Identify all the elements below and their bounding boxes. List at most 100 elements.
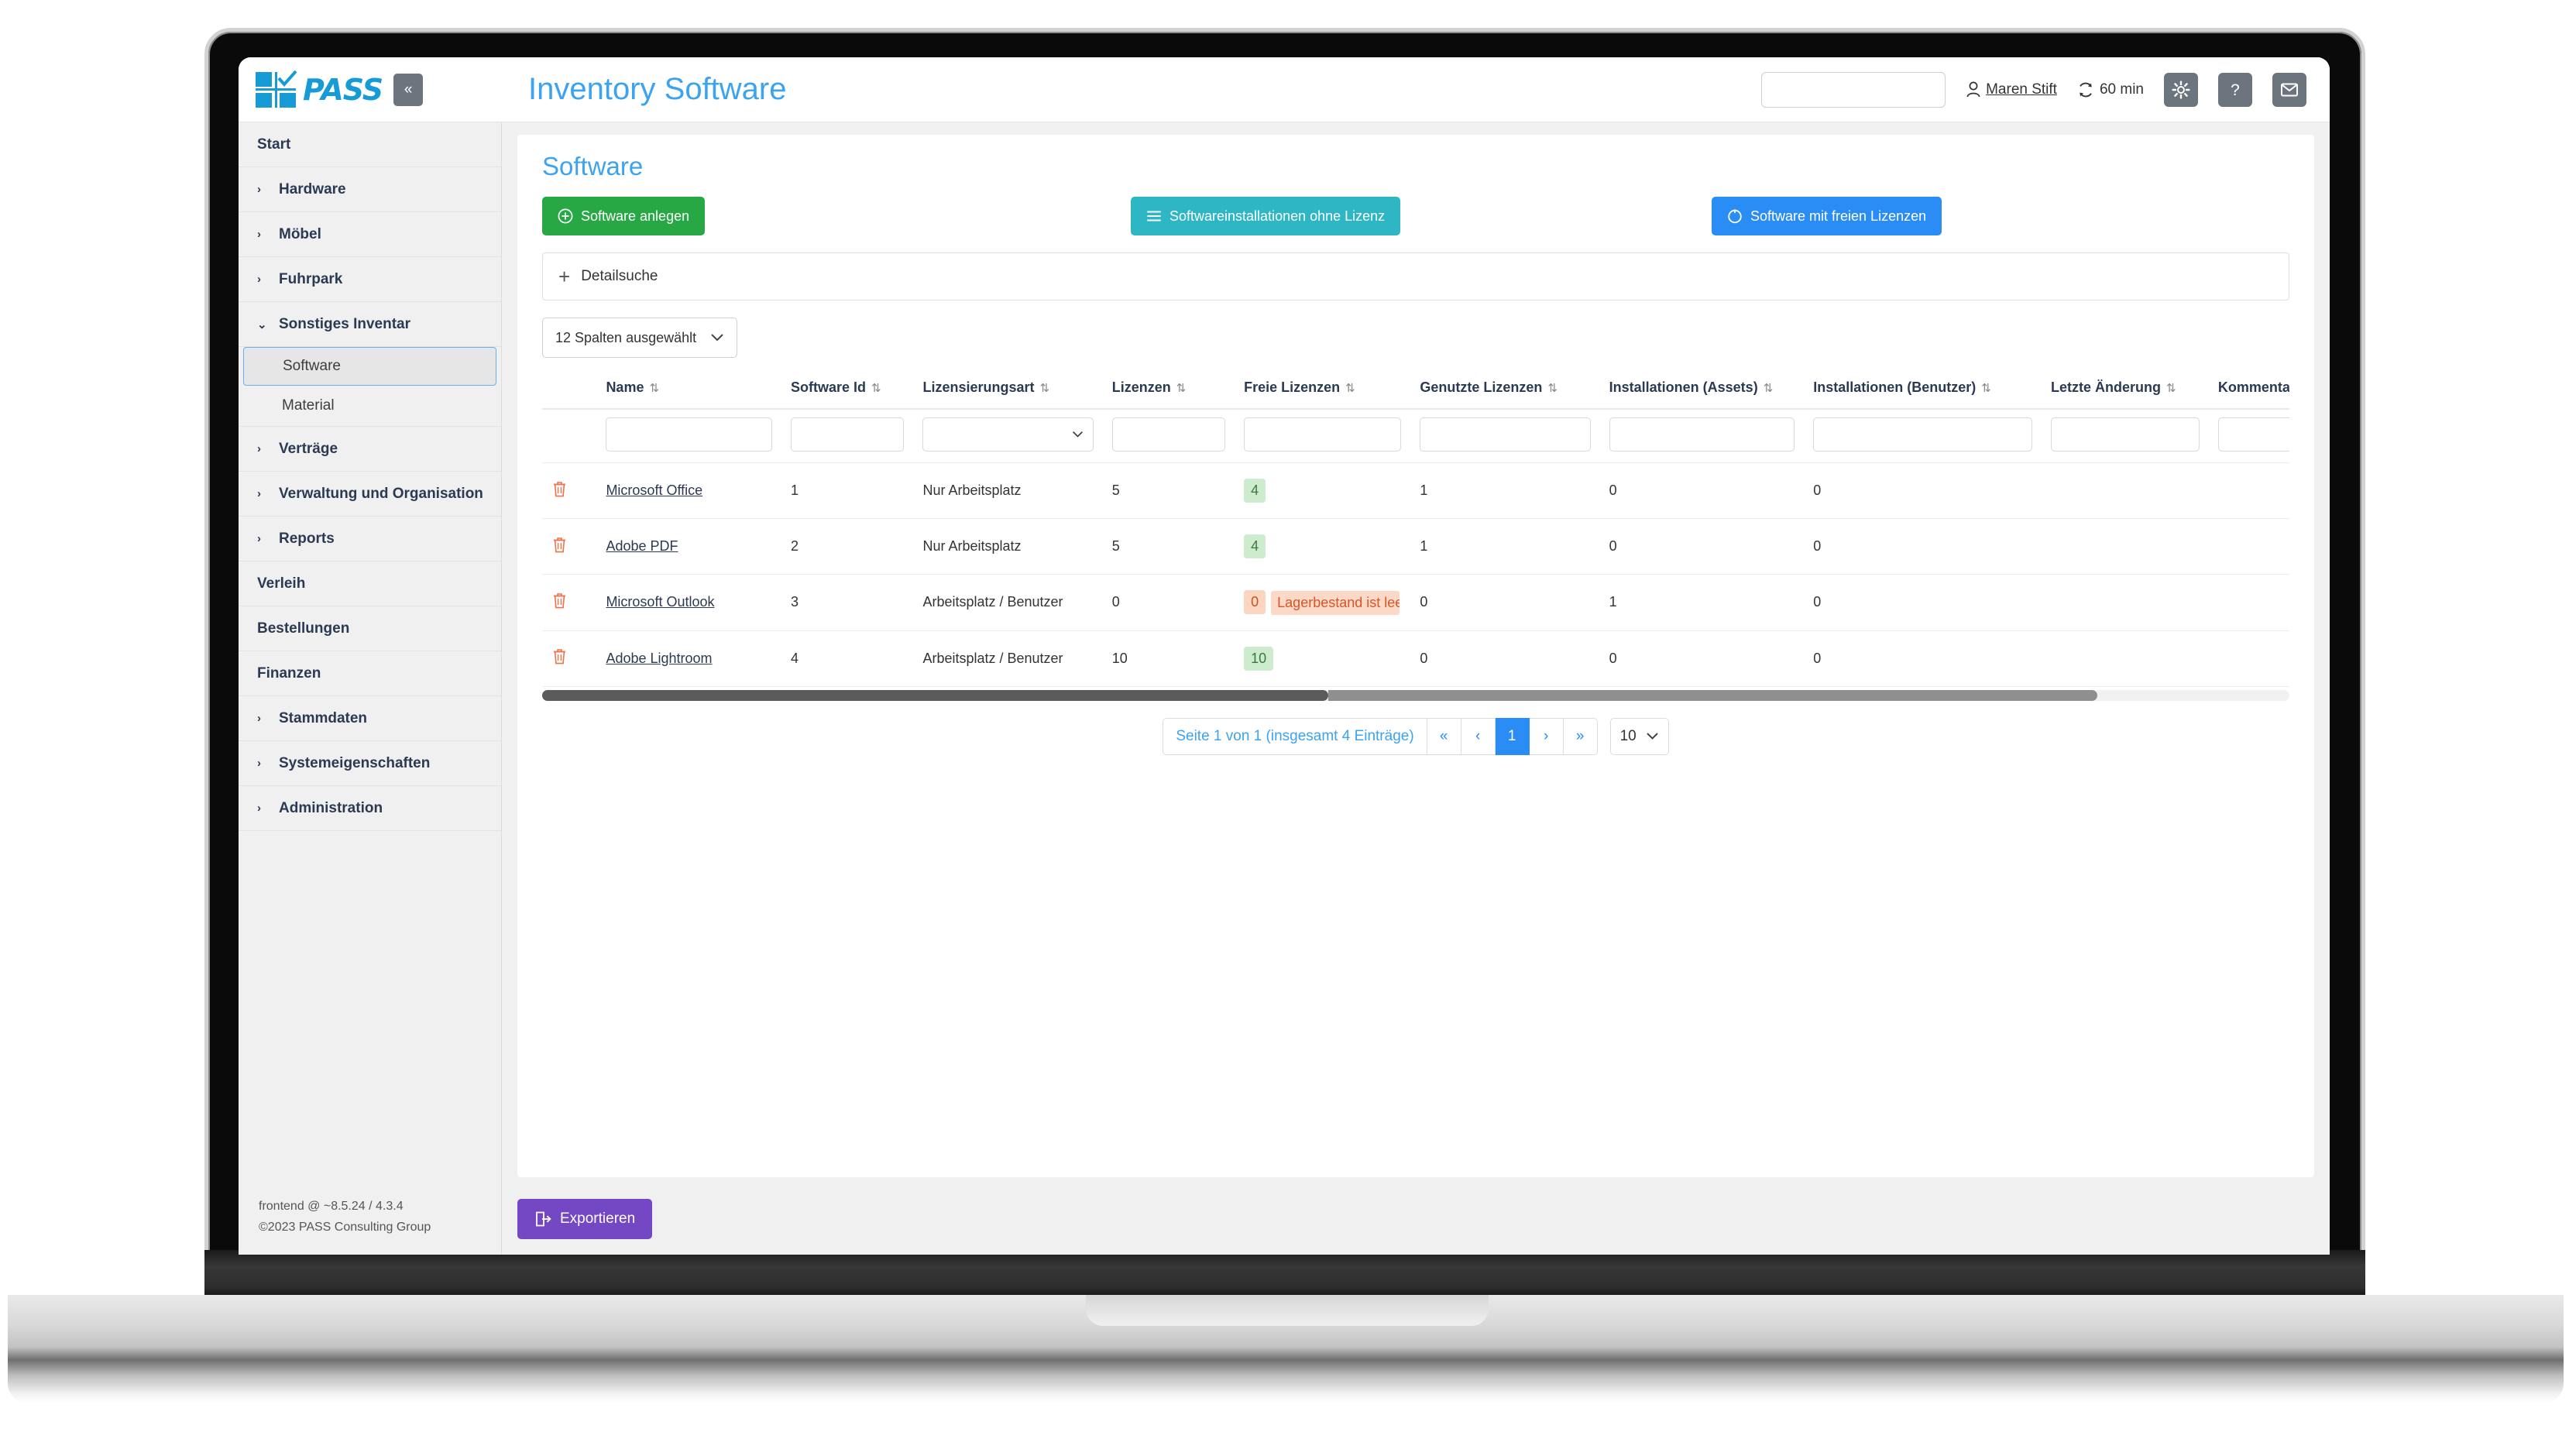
table-col-lizenzen[interactable]: Lizenzen ⇅: [1102, 372, 1235, 410]
sidebar-item-software[interactable]: Software: [243, 347, 496, 386]
brand-area: PASS «: [239, 57, 502, 122]
table-col-letzte-aenderung[interactable]: Letzte Änderung ⇅: [2041, 372, 2209, 410]
sidebar-item-verleih[interactable]: Verleih: [239, 561, 501, 606]
software-with-free-licenses-button[interactable]: Software mit freien Lizenzen: [1712, 197, 1942, 235]
table-row: Microsoft Outlook 3 Arbeitsplatz / Benut…: [542, 575, 2289, 631]
filter-input-lizenzen[interactable]: [1111, 417, 1226, 452]
gear-icon[interactable]: [2164, 72, 2198, 107]
sort-updown-icon[interactable]: ⇅: [1345, 382, 1355, 395]
table-row: Microsoft Office 1 Nur Arbeitsplatz 5 4 …: [542, 463, 2289, 519]
filter-select-lizensierungsart[interactable]: [922, 417, 1094, 452]
table-col-lizensierungsart[interactable]: Lizensierungsart ⇅: [913, 372, 1103, 410]
filter-input-installationen-benutzer[interactable]: [1813, 417, 2032, 452]
detail-search-toggle[interactable]: + Detailsuche: [542, 252, 2289, 300]
trash-icon[interactable]: [551, 480, 568, 498]
sort-updown-icon[interactable]: ⇅: [2166, 382, 2176, 395]
column-label: Freie Lizenzen: [1244, 379, 1341, 395]
chevron-right-icon: ›: [257, 532, 261, 545]
pass-logo-icon: [256, 70, 297, 108]
question-mark-icon[interactable]: ?: [2218, 72, 2252, 107]
filter-input-letzte-aenderung[interactable]: [2050, 417, 2200, 452]
pagination-next-button[interactable]: ›: [1529, 717, 1564, 755]
software-link[interactable]: Microsoft Office: [606, 482, 702, 498]
sidebar-item-finanzen[interactable]: Finanzen: [239, 651, 501, 696]
sidebar-item-material[interactable]: Material: [239, 386, 501, 426]
sort-updown-icon[interactable]: ⇅: [1764, 382, 1774, 395]
sort-updown-icon[interactable]: ⇅: [1040, 382, 1050, 395]
row-installationen-assets-cell: 0: [1609, 538, 1617, 554]
software-link[interactable]: Adobe PDF: [606, 538, 678, 554]
software-link[interactable]: Adobe Lightroom: [606, 651, 712, 666]
header-search-input[interactable]: [1761, 71, 1946, 108]
pagination-first-button[interactable]: «: [1427, 717, 1461, 755]
trash-icon[interactable]: [551, 536, 568, 554]
sidebar-item-administration[interactable]: › Administration: [239, 786, 501, 831]
table-horizontal-scrollbar[interactable]: [542, 689, 2289, 701]
sidebar-item-verwaltung-und-organisation[interactable]: › Verwaltung und Organisation: [239, 472, 501, 517]
sidebar-item-hardware[interactable]: › Hardware: [239, 167, 501, 212]
pass-logo: PASS: [256, 70, 383, 108]
page-title: Software: [542, 152, 644, 180]
sort-updown-icon[interactable]: ⇅: [649, 382, 659, 395]
filter-input-genutzte-lizenzen[interactable]: [1420, 417, 1591, 452]
table-col-freie-lizenzen[interactable]: Freie Lizenzen ⇅: [1235, 372, 1411, 410]
filter-input-freie-lizenzen[interactable]: [1244, 417, 1402, 452]
sidebar-item-sonstiges-inventar[interactable]: ⌄ Sonstiges Inventar: [239, 302, 501, 347]
sidebar-item-bestellungen[interactable]: Bestellungen: [239, 606, 501, 651]
laptop-hinge-bar: [204, 1250, 2365, 1296]
sort-updown-icon[interactable]: ⇅: [1176, 382, 1187, 395]
row-letzte-aenderung-cell: [2042, 575, 2209, 631]
table-col-kommentar[interactable]: Kommentar⇅: [2208, 372, 2289, 410]
sidebar-item-vertraege[interactable]: › Verträge: [239, 427, 501, 472]
trash-icon[interactable]: [551, 592, 568, 610]
sidebar-item-start[interactable]: Start: [239, 122, 501, 167]
filter-input-kommentar[interactable]: [2217, 417, 2289, 452]
trash-icon[interactable]: [551, 647, 568, 665]
sort-updown-icon[interactable]: ⇅: [1981, 382, 1991, 395]
free-license-badge: 0: [1244, 590, 1266, 614]
table-col-name[interactable]: Name ⇅: [596, 372, 782, 410]
table-col-installationen-benutzer[interactable]: Installationen (Benutzer) ⇅: [1804, 372, 2042, 410]
sort-updown-icon[interactable]: ⇅: [1547, 382, 1558, 395]
filter-input-software-id[interactable]: [791, 417, 905, 452]
column-label: Letzte Änderung: [2050, 379, 2161, 395]
installations-without-license-button[interactable]: Softwareinstallationen ohne Lizenz: [1131, 197, 1401, 235]
sidebar-item-label: Verleih: [257, 575, 306, 592]
table-col-software-id[interactable]: Software Id ⇅: [781, 372, 914, 410]
column-label: Name: [606, 379, 644, 395]
sidebar-item-stammdaten[interactable]: › Stammdaten: [239, 696, 501, 741]
software-link[interactable]: Microsoft Outlook: [606, 594, 714, 610]
row-letzte-aenderung-cell: [2042, 630, 2209, 686]
filter-input-installationen-assets[interactable]: [1609, 417, 1795, 452]
sidebar-item-moebel[interactable]: › Möbel: [239, 212, 501, 257]
row-freie-lizenzen-cell: 4: [1235, 463, 1410, 519]
row-kommentar-cell: [2209, 575, 2289, 631]
table-col-genutzte-lizenzen[interactable]: Genutzte Lizenzen ⇅: [1410, 372, 1600, 410]
header-user-menu[interactable]: Maren Stift: [1966, 81, 2057, 98]
table-col-installationen-assets[interactable]: Installationen (Assets) ⇅: [1599, 372, 1805, 410]
session-timer-label: 60 min: [2099, 81, 2144, 98]
export-row: Exportieren: [517, 1177, 2314, 1239]
pagination-page-1[interactable]: 1: [1495, 717, 1530, 755]
pagination-prev-button[interactable]: ‹: [1461, 717, 1496, 755]
row-genutzte-lizenzen-cell: 0: [1420, 650, 1428, 666]
filter-cell-genutzte-lizenzen: [1410, 409, 1600, 463]
chevron-down-icon: [1646, 732, 1659, 740]
chevron-right-icon: ›: [257, 802, 261, 815]
page-size-selector[interactable]: 10: [1609, 717, 1669, 755]
column-label: Kommentar: [2217, 379, 2289, 395]
envelope-icon[interactable]: [2272, 72, 2306, 107]
sidebar-collapse-button[interactable]: «: [393, 73, 424, 106]
app-title: Inventory Software: [528, 72, 787, 106]
sort-updown-icon[interactable]: ⇅: [871, 382, 881, 395]
row-installationen-benutzer-cell: 0: [1813, 594, 1822, 610]
filter-input-name[interactable]: [606, 417, 773, 452]
pagination-last-button[interactable]: »: [1563, 717, 1598, 755]
scrollbar-thumb[interactable]: [542, 689, 1329, 701]
create-software-button[interactable]: Software anlegen: [542, 197, 706, 235]
export-button[interactable]: Exportieren: [517, 1199, 653, 1239]
sidebar-item-fuhrpark[interactable]: › Fuhrpark: [239, 257, 501, 302]
columns-selector[interactable]: 12 Spalten ausgewählt: [542, 318, 737, 358]
sidebar-item-systemeigenschaften[interactable]: › Systemeigenschaften: [239, 741, 501, 786]
sidebar-item-reports[interactable]: › Reports: [239, 517, 501, 561]
